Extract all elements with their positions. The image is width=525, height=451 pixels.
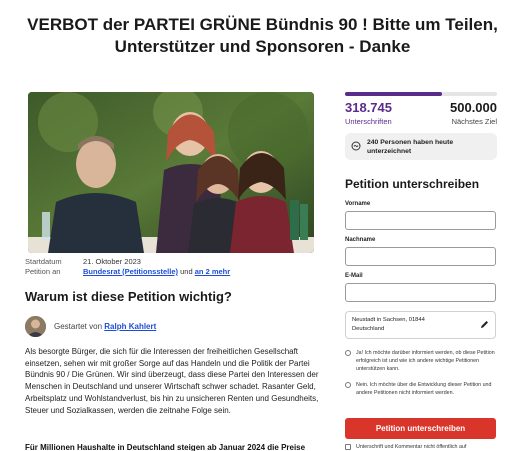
opt-in-no-label: Nein. Ich möchte über die Entwicklung di… — [356, 382, 492, 396]
petition-starter: Gestartet von Ralph Kahlert — [25, 316, 156, 337]
petition-to-label: Petition an — [25, 267, 61, 276]
signature-progress-bar — [345, 92, 497, 96]
starter-text: Gestartet von Ralph Kahlert — [54, 322, 156, 331]
hide-signature-label: Unterschrift und Kommentar nicht öffentl… — [356, 444, 467, 450]
first-name-field[interactable] — [345, 211, 496, 230]
location-city: Neustadt in Sachsen, 01844 — [352, 317, 425, 323]
last-name-field[interactable] — [345, 247, 496, 266]
petition-to-value: Bundesrat (Petitionsstelle) und an 2 meh… — [83, 267, 230, 277]
opt-in-yes-radio[interactable] — [345, 350, 351, 356]
petition-title: VERBOT der PARTEI GRÜNE Bündnis 90 ! Bit… — [20, 14, 505, 58]
signature-progress-fill — [345, 92, 442, 96]
signature-count: 318.745 — [345, 100, 392, 115]
petition-meta: Startdatum 21. Oktober 2023 Petition an … — [25, 257, 230, 277]
start-date-row: Startdatum 21. Oktober 2023 — [25, 257, 230, 267]
avatar[interactable] — [25, 316, 46, 337]
why-heading: Warum ist diese Petition wichtig? — [25, 289, 232, 304]
opt-in-no-radio[interactable] — [345, 382, 351, 388]
email-label: E-Mail — [345, 273, 363, 279]
decision-maker-link[interactable]: Bundesrat (Petitionsstelle) — [83, 267, 178, 276]
start-date-value: 21. Oktober 2023 — [83, 257, 141, 266]
hide-signature-option[interactable]: Unterschrift und Kommentar nicht öffentl… — [345, 444, 466, 450]
start-date-label: Startdatum — [25, 257, 62, 266]
petition-to-row: Petition an Bundesrat (Petitionsstelle) … — [25, 267, 230, 277]
signature-goal: 500.000 — [450, 100, 497, 115]
signature-count-label: Unterschriften — [345, 117, 392, 126]
more-decision-makers-link[interactable]: an 2 mehr — [195, 267, 230, 276]
starter-name-link[interactable]: Ralph Kahlert — [104, 322, 156, 331]
starter-prefix: Gestartet von — [54, 322, 103, 331]
last-name-label: Nachname — [345, 237, 376, 243]
sign-form-heading: Petition unterschreiben — [345, 177, 480, 191]
petition-description-bold: Für Millionen Haushalte in Deutschland s… — [25, 443, 306, 451]
petition-to-and: und — [180, 267, 193, 276]
today-signers-badge: 240 Personen haben heute unterzeichnet — [345, 133, 497, 160]
today-signers-text: 240 Personen haben heute unterzeichnet — [367, 138, 454, 155]
opt-in-yes-option[interactable]: Ja! Ich möchte darüber informiert werden… — [345, 349, 497, 373]
petition-photo — [28, 92, 314, 253]
signature-goal-label: Nächstes Ziel — [451, 117, 497, 126]
location-box[interactable]: Neustadt in Sachsen, 01844 Deutschland — [345, 311, 496, 339]
petition-description: Als besorgte Bürger, die sich für die In… — [25, 347, 319, 415]
opt-in-no-option[interactable]: Nein. Ich möchte über die Entwicklung di… — [345, 381, 497, 397]
signature-icon — [351, 141, 361, 153]
pencil-icon[interactable] — [480, 320, 489, 331]
hide-signature-checkbox[interactable] — [345, 444, 351, 450]
email-field[interactable] — [345, 283, 496, 302]
location-country: Deutschland — [352, 325, 385, 332]
sign-petition-button[interactable]: Petition unterschreiben — [345, 418, 496, 439]
petition-title-line-1: VERBOT der PARTEI GRÜNE Bündnis 90 ! Bit… — [27, 15, 498, 34]
opt-in-yes-label: Ja! Ich möchte darüber informiert werden… — [356, 350, 495, 372]
first-name-label: Vorname — [345, 201, 371, 207]
petition-title-line-2: Unterstützer und Sponsoren - Danke — [114, 37, 411, 56]
